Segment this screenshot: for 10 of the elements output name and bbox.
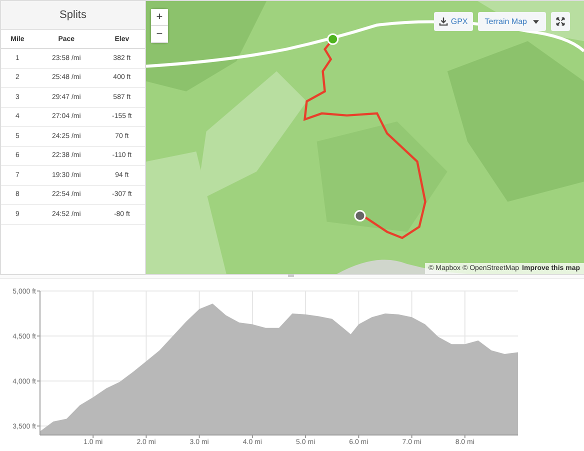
zoom-in-button[interactable]: + (151, 9, 168, 26)
zoom-out-button[interactable]: − (151, 26, 168, 43)
download-icon (438, 17, 448, 26)
fullscreen-icon (556, 17, 565, 26)
panel-title: Splits (1, 1, 145, 30)
gpx-download-button[interactable]: GPX (434, 12, 473, 31)
resize-handle[interactable] (288, 274, 294, 277)
fullscreen-button[interactable] (551, 12, 570, 31)
map-style-dropdown[interactable]: Terrain Map (478, 12, 546, 31)
caret-icon (533, 20, 539, 24)
